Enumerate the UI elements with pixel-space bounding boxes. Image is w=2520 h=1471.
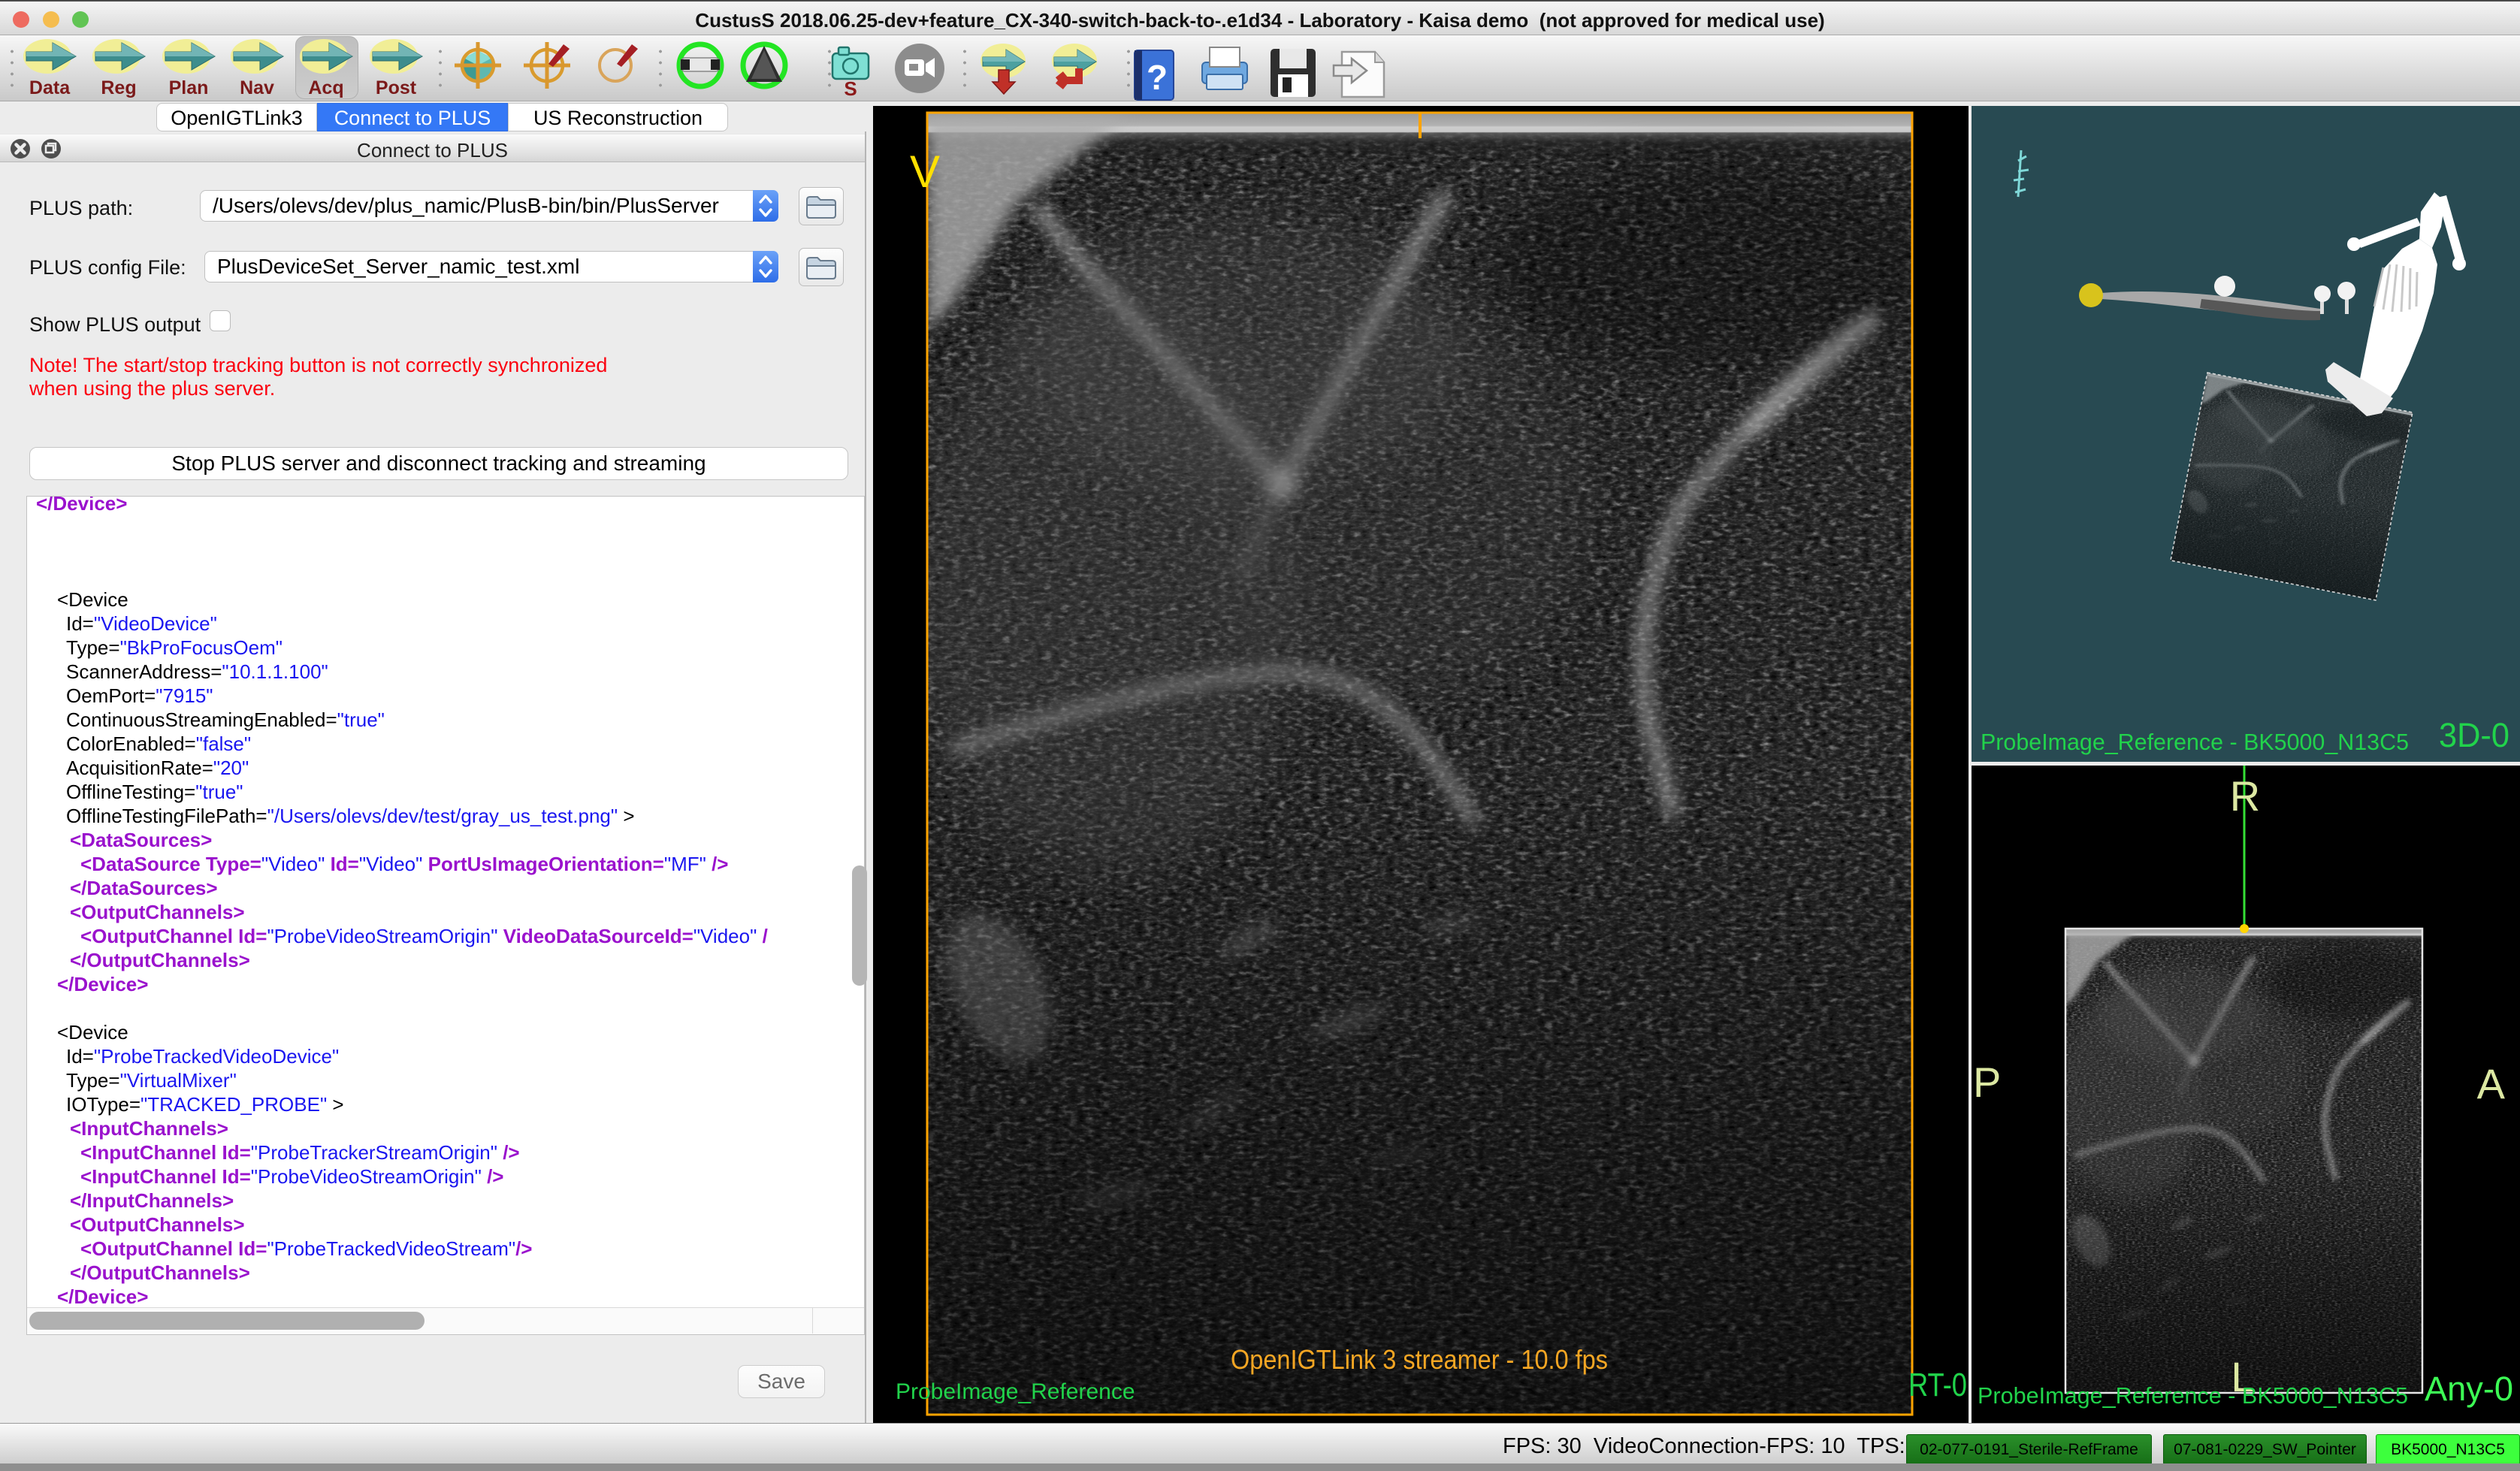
svg-text:P: P — [1973, 1059, 2001, 1106]
svg-text:3D-0: 3D-0 — [2439, 716, 2509, 754]
svg-text:R: R — [2230, 772, 2260, 820]
svg-text:ProbeImage_Reference: ProbeImage_Reference — [896, 1379, 1135, 1404]
svg-text:OpenIGTLink 3 streamer - 10.0: OpenIGTLink 3 streamer - 10.0 fps — [1231, 1344, 1608, 1375]
svg-text:RT-0: RT-0 — [1908, 1367, 1967, 1403]
svg-text:ProbeImage_Reference - BK5000_: ProbeImage_Reference - BK5000_N13C5 — [1978, 1382, 2408, 1409]
svg-text:A: A — [2477, 1060, 2506, 1107]
svg-text:V: V — [910, 146, 940, 197]
svg-text:ProbeImage_Reference - BK5000_: ProbeImage_Reference - BK5000_N13C5 — [1981, 729, 2409, 755]
svg-text:?: ? — [1147, 58, 1168, 97]
svg-text:S: S — [844, 77, 857, 100]
svg-text:Any-0: Any-0 — [2425, 1370, 2513, 1408]
